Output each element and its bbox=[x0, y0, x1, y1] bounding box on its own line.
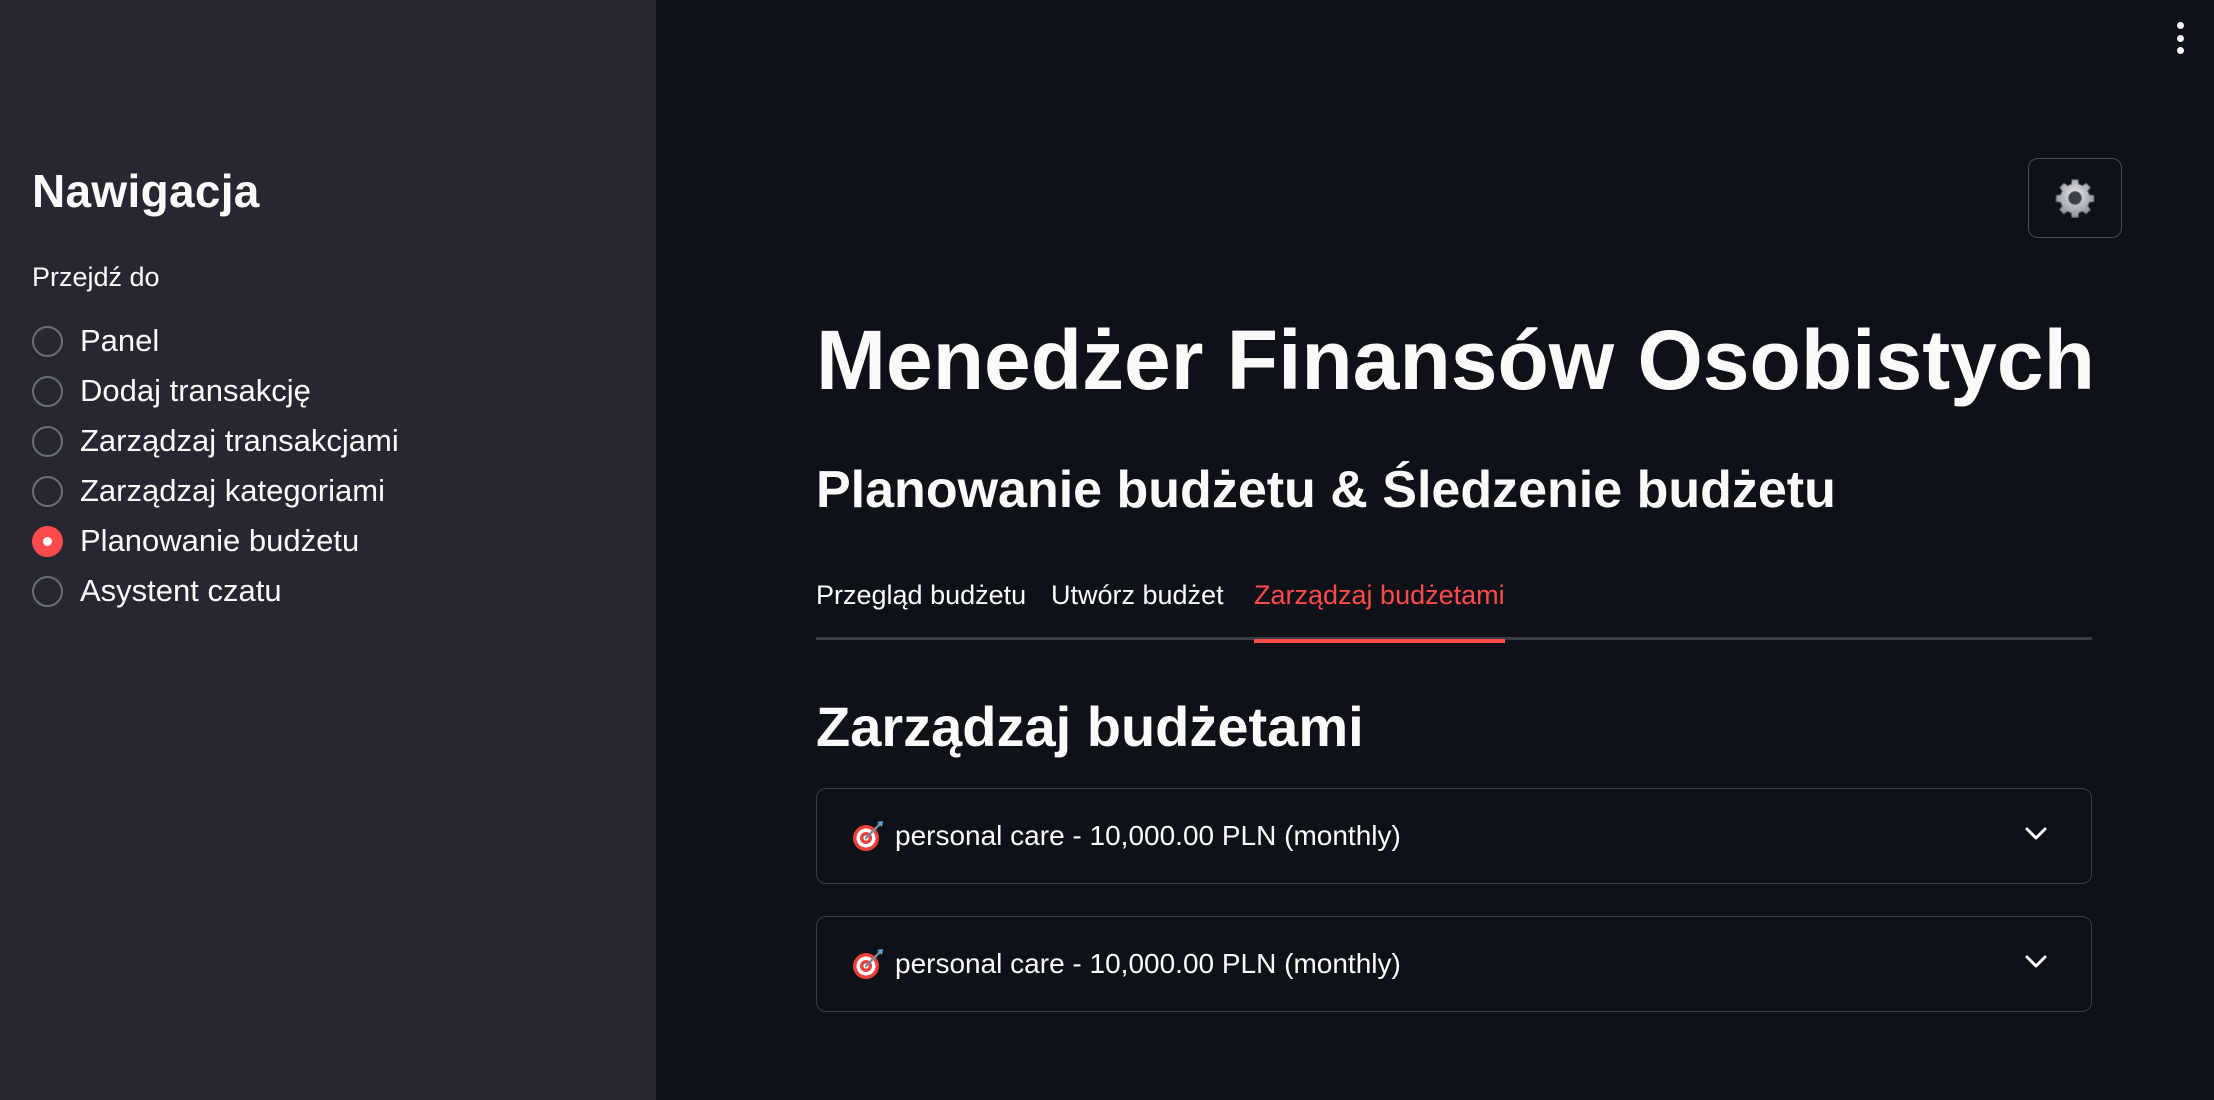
chevron-down-icon bbox=[2025, 827, 2047, 840]
tab-bar: Przegląd budżetu Utwórz budżet Zarządzaj… bbox=[816, 580, 2092, 643]
tab-budget-overview[interactable]: Przegląd budżetu bbox=[816, 580, 1026, 640]
radio-option-label: Planowanie budżetu bbox=[80, 523, 360, 558]
radio-group-label: Przejdź do bbox=[32, 262, 160, 292]
target-icon bbox=[853, 949, 883, 979]
radio-button[interactable] bbox=[32, 325, 63, 357]
radio-option-label: Panel bbox=[80, 323, 160, 358]
budget-expander[interactable]: personal care - 10,000.00 PLN (monthly) bbox=[816, 788, 2092, 884]
radio-option-label: Dodaj transakcję bbox=[80, 373, 311, 408]
radio-option-manage-transactions[interactable]: Zarządzaj transakcjami bbox=[32, 416, 399, 466]
tab-manage-budgets[interactable]: Zarządzaj budżetami bbox=[1254, 580, 1505, 643]
radio-option-panel[interactable]: Panel bbox=[32, 316, 399, 366]
target-icon bbox=[853, 821, 883, 851]
kebab-menu-icon[interactable] bbox=[2174, 22, 2186, 54]
budget-expander[interactable]: personal care - 10,000.00 PLN (monthly) bbox=[816, 916, 2092, 1012]
radio-option-label: Zarządzaj transakcjami bbox=[80, 423, 399, 458]
tab-create-budget[interactable]: Utwórz budżet bbox=[1051, 580, 1224, 640]
radio-option-label: Zarządzaj kategoriami bbox=[80, 473, 385, 508]
page-subtitle: Planowanie budżetu & Śledzenie budżetu bbox=[816, 461, 1836, 519]
radio-button[interactable] bbox=[32, 575, 63, 607]
radio-option-chat-assistant[interactable]: Asystent czatu bbox=[32, 566, 399, 616]
sidebar: Nawigacja Przejdź do Panel Dodaj transak… bbox=[0, 0, 656, 1100]
navigation-radio-group: Panel Dodaj transakcję Zarządzaj transak… bbox=[32, 316, 399, 616]
gear-icon bbox=[2055, 179, 2095, 218]
app-root: Nawigacja Przejdź do Panel Dodaj transak… bbox=[0, 0, 2214, 1100]
section-title: Zarządzaj budżetami bbox=[816, 695, 1364, 758]
radio-button[interactable] bbox=[32, 475, 63, 507]
radio-button[interactable] bbox=[32, 375, 63, 407]
radio-option-budget-planning[interactable]: Planowanie budżetu bbox=[32, 516, 399, 566]
page-title: Menedżer Finansów Osobistych bbox=[816, 313, 2095, 407]
chevron-down-icon bbox=[2025, 955, 2047, 968]
budget-expander-label: personal care - 10,000.00 PLN (monthly) bbox=[895, 948, 1401, 979]
radio-button-selected[interactable] bbox=[32, 525, 63, 557]
budget-expander-label: personal care - 10,000.00 PLN (monthly) bbox=[895, 820, 1401, 851]
radio-option-add-transaction[interactable]: Dodaj transakcję bbox=[32, 366, 399, 416]
settings-button[interactable] bbox=[2028, 158, 2122, 238]
sidebar-title: Nawigacja bbox=[32, 165, 260, 217]
radio-option-manage-categories[interactable]: Zarządzaj kategoriami bbox=[32, 466, 399, 516]
radio-button[interactable] bbox=[32, 425, 63, 457]
radio-option-label: Asystent czatu bbox=[80, 573, 282, 608]
